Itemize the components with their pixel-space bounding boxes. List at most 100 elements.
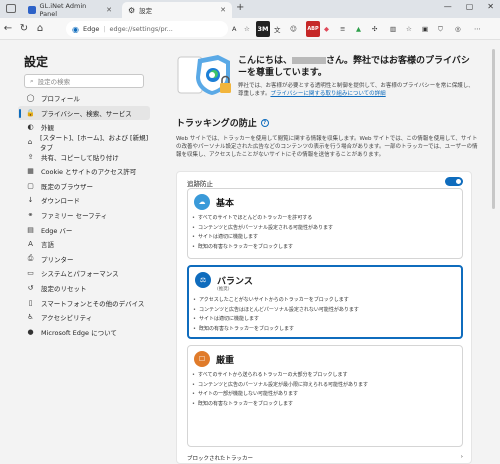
tracking-option-card[interactable]: ⚖ バランス(推奨) アクセスしたことがないサイトからのトラッカーをブロックしますコ… [187,265,463,339]
extension-green-icon[interactable]: ▲ [356,21,361,37]
card-bullet-list: すべてのサイトでほとんどのトラッカーを許可するコンテンツと広告がパーソナル設定さ… [192,214,456,252]
hero-description: 弊社では、お客様が必要とする透明性と制御を提供して、お客様のプライバシーを常に保… [238,82,478,98]
system-icon: ▭ [27,269,34,278]
close-tab-icon[interactable]: ✕ [220,6,226,14]
extension-3m[interactable]: 3M [256,21,270,37]
privacy-shield-illustration-icon [177,55,231,95]
card-bullet: サイトの一部が機能しない可能性があります [192,390,456,400]
translate-icon[interactable]: 文 [274,21,281,37]
close-window-icon[interactable]: ✕ [487,2,494,11]
window-controls: — ▢ ✕ [444,2,494,11]
tracking-option-card[interactable]: ☁ 基本すべてのサイトでほとんどのトラッカーを許可するコンテンツと広告がパーソナル… [187,188,463,259]
gl-inet-favicon-icon [28,6,36,14]
accessibility-icon: ♿ [27,313,34,322]
sidebar-item-label: ファミリー セーフティ [41,212,108,221]
download-icon: ↓ [27,196,34,205]
greeting-prefix: こんにちは、 [238,56,293,66]
favorites-icon[interactable]: ☆ [406,21,412,37]
edge-bar-icon: ▤ [27,225,34,234]
tracking-prevention-panel: 追跡防止 ☁ 基本すべてのサイトでほとんどのトラッカーを許可するコンテンツと広告が… [176,171,472,464]
more-menu-icon[interactable]: ⋯ [474,21,481,37]
sidebar-item[interactable]: ▢ 既定のブラウザー [18,179,150,194]
scrollbar[interactable] [490,41,498,464]
sidebar-item[interactable]: ↺ 設定のリセット [18,281,150,296]
extension-abp[interactable]: ABP [306,21,320,37]
new-tab-icon[interactable]: + [236,2,244,13]
tracking-option-card[interactable]: ☐ 厳重すべてのサイトから送られるトラッカーの大部分をブロックしますコンテンツと広… [187,345,463,447]
home-icon: ⌂ [27,138,33,147]
card-bullet-list: アクセスしたことがないサイトからのトラッカーをブロックしますコンテンツと広告はほ… [193,296,455,335]
refresh-icon[interactable]: ↻ [16,23,32,34]
card-subtitle: (推奨) [217,287,230,292]
sidebar-item[interactable]: ◯ プロフィール [18,91,150,106]
card-bullet: 既知の有害なトラッカーをブロックします [193,325,455,335]
tab-gl-inet[interactable]: GL.iNet Admin Panel ✕ [22,2,118,18]
close-tab-icon[interactable]: ✕ [106,6,112,14]
sidebar-item-label: 設定のリセット [41,285,87,294]
chevron-right-icon: › [460,454,463,460]
tracking-prevention-toggle[interactable] [445,177,463,186]
sidebar-item[interactable]: ↓ ダウンロード [18,193,150,208]
person-icon: ◯ [26,94,35,103]
sidebar-item[interactable]: ⌂ [スタート]、[ホーム]、および [新規] タブ [18,134,150,152]
tab-strip: GL.iNet Admin Panel ✕ ⚙ 設定 ✕ + — ▢ ✕ [0,0,500,18]
card-title: 厳重 [216,355,235,366]
balanced-icon: ⚖ [195,272,211,288]
sidebar-item[interactable]: ▤ Edge バー [18,222,150,237]
scrollbar-thumb[interactable] [492,49,495,209]
sidebar-menu: ◯ プロフィール 🔒 プライバシー、検索、サービス ◐ 外観 ⌂ [スタート]、[ホーム]、お… [18,91,150,339]
address-bar[interactable]: ◉ Edge | edge://settings/pr... [66,21,228,37]
settings-search-input[interactable]: ⌕ 設定の検索 [24,74,144,88]
sidebar-item-label: Microsoft Edge について [41,328,117,337]
privacy-learn-more-link[interactable]: プライバシーに関する取り組みについての詳細 [270,91,385,97]
tracking-prevention-heading: トラッキングの防止 ? [176,116,269,129]
sidebar-item[interactable]: ♿ アクセシビリティ [18,310,150,325]
lock-icon: 🔒 [26,108,35,117]
sidebar-item[interactable]: ▭ システムとパフォーマンス [18,266,150,281]
edge-icon: ● [27,327,34,336]
robot-extension-icon[interactable]: ☺ [290,21,297,37]
tab-actions-icon[interactable] [6,4,16,13]
sidebar-item[interactable]: ▯ スマートフォンとその他のデバイス [18,295,150,310]
edge-logo-icon: ◉ [72,24,79,34]
sidebar-item-label: 言語 [41,241,54,250]
favorite-star-icon[interactable]: ☆ [244,21,250,37]
sidebar-item[interactable]: ▦ Cookie とサイトのアクセス許可 [18,164,150,179]
card-bullet: サイトは適切に機能します [193,315,455,325]
profile-avatar-icon[interactable]: ◎ [455,21,461,37]
split-screen-icon[interactable]: ▥ [390,21,396,37]
pocket-icon[interactable]: ◆ [324,21,329,37]
sidebar-item[interactable]: A 言語 [18,237,150,252]
card-title: バランス [217,276,253,287]
card-bullet: サイトは適切に機能します [192,233,456,243]
home-icon[interactable]: ⌂ [32,23,48,34]
extensions-puzzle-icon[interactable]: ✣ [372,21,377,37]
sidebar-item-label: 外観 [41,124,54,133]
sidebar-item[interactable]: ⎙ プリンター [18,252,150,267]
sidebar-item-label: ダウンロード [41,197,80,206]
search-placeholder: 設定の検索 [37,78,71,86]
tab-settings[interactable]: ⚙ 設定 ✕ [122,2,232,18]
maximize-icon[interactable]: ▢ [466,2,474,11]
address-separator: | [103,25,106,33]
back-icon[interactable]: ← [0,23,16,34]
card-bullet: コンテンツと広告のパーソナル設定が最小限に抑えられる可能性があります [192,381,456,391]
menu-icon[interactable]: ≡ [340,21,345,37]
sidebar-item-label: 既定のブラウザー [41,182,93,191]
card-bullet-list: すべてのサイトから送られるトラッカーの大部分をブロックしますコンテンツと広告のパ… [192,371,456,409]
minimize-icon[interactable]: — [444,2,452,11]
blocked-trackers-row[interactable]: ブロックされたトラッカー › [187,454,463,462]
sidebar-item[interactable]: ⚭ ファミリー セーフティ [18,208,150,223]
appearance-icon: ◐ [27,123,34,132]
sidebar-item[interactable]: ⇪ 共有、コピーして貼り付け [18,149,150,164]
shield-icon[interactable]: ⛉ [438,21,443,37]
read-aloud-icon[interactable]: A [232,21,236,37]
collections-icon[interactable]: ▣ [422,21,428,37]
sidebar-item[interactable]: 🔒 プライバシー、検索、サービス [18,105,150,121]
sidebar-item-label: アクセシビリティ [41,314,93,323]
help-icon[interactable]: ? [260,118,269,127]
sidebar-item[interactable]: ● Microsoft Edge について [18,325,150,340]
card-bullet: すべてのサイトから送られるトラッカーの大部分をブロックします [192,371,456,381]
language-icon: A [28,240,33,249]
card-bullet: コンテンツと広告がパーソナル設定される可能性があります [192,224,456,234]
